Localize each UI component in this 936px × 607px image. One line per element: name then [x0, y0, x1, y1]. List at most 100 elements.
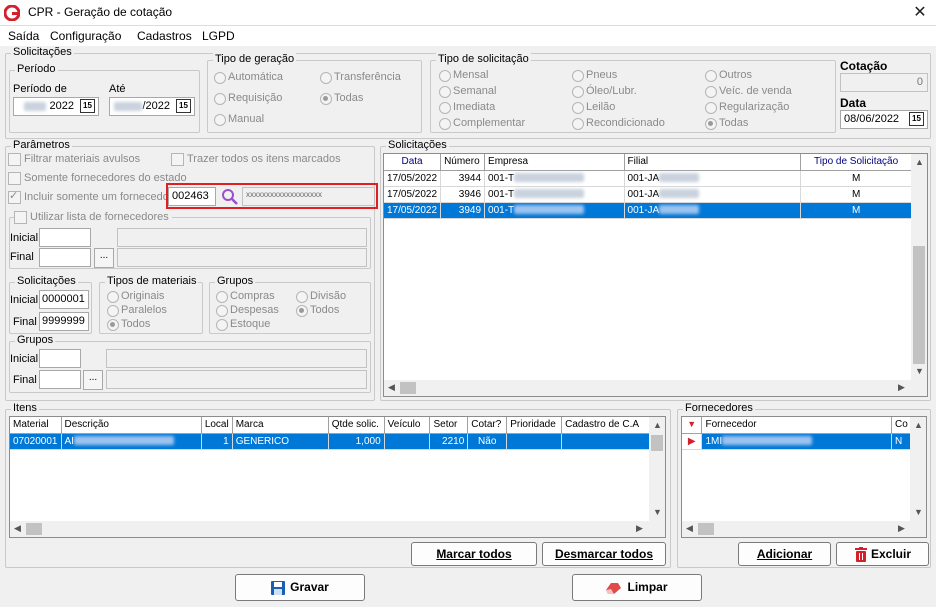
sol-inicial-input[interactable]: 0000001 — [39, 290, 89, 309]
radio-semanal[interactable]: Semanal — [439, 85, 496, 98]
adicionar-button[interactable]: Adicionar — [738, 542, 831, 566]
sort-indicator[interactable]: ▼ — [682, 417, 703, 434]
calendar-icon[interactable]: 15 — [80, 99, 95, 113]
close-window-button[interactable]: ✕ — [906, 2, 934, 24]
col-qtde[interactable]: Qtde solic. — [328, 417, 385, 434]
radio-todos-tipos[interactable]: Todos — [107, 318, 150, 331]
lista-inicial-input[interactable] — [39, 228, 91, 247]
col-cotar[interactable]: Cotar? — [467, 417, 508, 434]
menu-lgpd[interactable]: LGPD — [202, 29, 235, 43]
horizontal-scrollbar[interactable]: ◀ ▶ — [10, 521, 665, 537]
col-fornecedor[interactable]: Fornecedor — [701, 417, 892, 434]
radio-estoque[interactable]: Estoque — [216, 318, 270, 331]
limpar-button[interactable]: Limpar — [572, 574, 702, 601]
col-material[interactable]: Material — [10, 417, 62, 434]
radio-divisao[interactable]: Divisão — [296, 290, 346, 303]
scroll-right-icon[interactable]: ▶ — [898, 382, 905, 393]
radio-transferencia[interactable]: Transferência — [320, 71, 401, 84]
scroll-thumb[interactable] — [698, 523, 714, 535]
lista-final-input[interactable] — [39, 248, 91, 267]
radio-recondicionado[interactable]: Recondicionado — [572, 117, 665, 130]
filtrar-materiais-checkbox[interactable]: Filtrar materiais avulsos — [8, 153, 140, 166]
calendar-icon[interactable]: 15 — [176, 99, 191, 113]
radio-originais[interactable]: Originais — [107, 290, 164, 303]
scroll-down-icon[interactable]: ▼ — [914, 507, 923, 517]
radio-todas-solicitacao[interactable]: Todas — [705, 117, 748, 130]
scroll-right-icon[interactable]: ▶ — [636, 523, 643, 534]
col-local[interactable]: Local — [201, 417, 233, 434]
col-setor[interactable]: Setor — [429, 417, 469, 434]
col-filial[interactable]: Filial — [624, 154, 802, 171]
horizontal-scrollbar[interactable]: ◀ ▶ — [682, 521, 926, 537]
scroll-thumb[interactable] — [400, 382, 416, 394]
scroll-left-icon[interactable]: ◀ — [686, 523, 693, 534]
radio-paralelos[interactable]: Paralelos — [107, 304, 167, 317]
radio-veic-venda[interactable]: Veíc. de venda — [705, 85, 792, 98]
horizontal-scrollbar[interactable]: ◀ ▶ — [384, 380, 927, 396]
table-row-selected[interactable]: 17/05/2022 3949 001-T 001-JA M — [384, 202, 912, 219]
utilizar-lista-checkbox[interactable]: Utilizar lista de fornecedores — [14, 211, 172, 224]
incluir-fornecedor-checkbox[interactable]: Incluir somente um fornecedor — [8, 189, 173, 204]
radio-todos-grupos[interactable]: Todos — [296, 304, 339, 317]
table-row-selected[interactable]: 07020001 AI 1 GENERICO 1,000 2210 Não — [10, 433, 650, 450]
lista-final-lookup-button[interactable]: ... — [94, 248, 114, 268]
scroll-down-icon[interactable]: ▼ — [653, 507, 662, 517]
radio-oleo-lubr[interactable]: Óleo/Lubr. — [572, 85, 637, 98]
col-co[interactable]: Co — [891, 417, 913, 434]
radio-automatica[interactable]: Automática — [214, 71, 283, 84]
fornecedor-code-input[interactable]: 002463 — [168, 187, 216, 206]
radio-requisicao[interactable]: Requisição — [214, 92, 282, 105]
col-veiculo[interactable]: Veículo — [384, 417, 431, 434]
radio-leilao[interactable]: Leilão — [572, 101, 615, 114]
scroll-thumb[interactable] — [651, 435, 663, 451]
fornecedores-table[interactable]: ▼ Fornecedor Co ▶ 1MI N ▲ ▼ ◀ ▶ — [681, 416, 927, 538]
menu-saida[interactable]: Saída — [8, 29, 39, 43]
table-row[interactable]: 17/05/2022 3946 001-T 001-JA M — [384, 186, 912, 203]
scroll-right-icon[interactable]: ▶ — [898, 523, 905, 534]
radio-compras[interactable]: Compras — [216, 290, 275, 303]
vertical-scrollbar[interactable]: ▲ ▼ — [910, 417, 926, 521]
col-tipo-solicitacao[interactable]: Tipo de Solicitação — [800, 154, 912, 171]
scroll-left-icon[interactable]: ◀ — [14, 523, 21, 534]
menu-configuracao[interactable]: Configuração — [50, 29, 121, 43]
scroll-down-icon[interactable]: ▼ — [915, 366, 924, 376]
radio-pneus[interactable]: Pneus — [572, 69, 617, 82]
table-row-selected[interactable]: ▶ 1MI N — [682, 433, 913, 450]
col-empresa[interactable]: Empresa — [484, 154, 625, 171]
sol-final-input[interactable]: 9999999 — [39, 312, 89, 331]
scroll-thumb[interactable] — [26, 523, 42, 535]
desmarcar-todos-button[interactable]: Desmarcar todos — [542, 542, 666, 566]
gravar-button[interactable]: Gravar — [235, 574, 365, 601]
radio-mensal[interactable]: Mensal — [439, 69, 488, 82]
grupo-final-lookup-button[interactable]: ... — [83, 370, 103, 390]
radio-imediata[interactable]: Imediata — [439, 101, 495, 114]
radio-despesas[interactable]: Despesas — [216, 304, 279, 317]
radio-manual[interactable]: Manual — [214, 113, 264, 126]
col-prioridade[interactable]: Prioridade — [506, 417, 563, 434]
scroll-left-icon[interactable]: ◀ — [388, 382, 395, 393]
radio-todas-geracao[interactable]: Todas — [320, 92, 363, 105]
col-descricao[interactable]: Descrição — [61, 417, 202, 434]
trazer-itens-checkbox[interactable]: Trazer todos os itens marcados — [171, 153, 341, 166]
col-marca[interactable]: Marca — [232, 417, 329, 434]
scroll-up-icon[interactable]: ▲ — [914, 420, 923, 430]
col-cadastro-ca[interactable]: Cadastro de C.A — [561, 417, 650, 434]
scroll-up-icon[interactable]: ▲ — [653, 420, 662, 430]
search-icon[interactable] — [221, 188, 239, 206]
calendar-icon[interactable]: 15 — [909, 112, 924, 126]
table-row[interactable]: 17/05/2022 3944 001-T 001-JA M — [384, 170, 912, 187]
menu-cadastros[interactable]: Cadastros — [137, 29, 192, 43]
vertical-scrollbar[interactable]: ▲ ▼ — [649, 417, 665, 521]
scroll-up-icon[interactable]: ▲ — [915, 157, 924, 167]
excluir-button[interactable]: Excluir — [836, 542, 929, 566]
radio-regularizacao[interactable]: Regularização — [705, 101, 789, 114]
marcar-todos-button[interactable]: Marcar todos — [411, 542, 537, 566]
vertical-scrollbar[interactable]: ▲ ▼ — [911, 154, 927, 380]
grupo-final-input[interactable] — [39, 370, 81, 389]
col-numero[interactable]: Número — [440, 154, 486, 171]
itens-table[interactable]: Material Descrição Local Marca Qtde soli… — [9, 416, 666, 538]
somente-estado-checkbox[interactable]: Somente fornecedores do estado — [8, 172, 187, 185]
col-data[interactable]: Data — [384, 154, 442, 171]
radio-complementar[interactable]: Complementar — [439, 117, 525, 130]
scroll-thumb[interactable] — [913, 246, 925, 364]
